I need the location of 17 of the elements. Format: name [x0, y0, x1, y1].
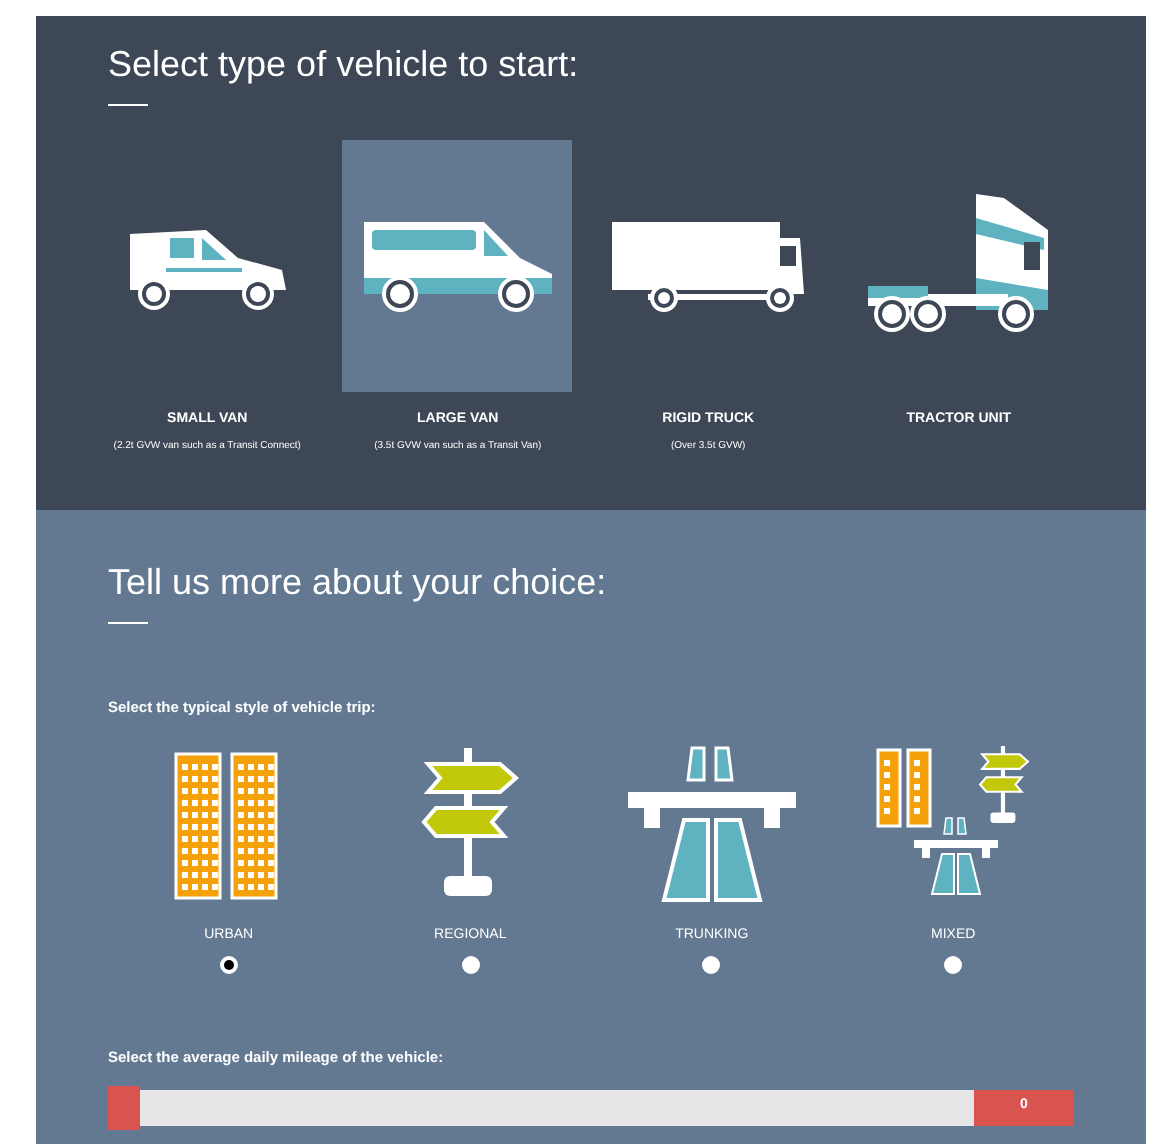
signpost-icon: [421, 747, 520, 896]
small-van-icon: [129, 229, 286, 310]
section-title: Tell us more about your choice:: [108, 562, 609, 606]
trip-radio[interactable]: [702, 956, 721, 975]
trip-radio[interactable]: [944, 956, 963, 975]
city-buildings-icon: [175, 752, 279, 900]
rigid-truck-icon: [612, 221, 805, 312]
mixed-trip-icon: [875, 745, 1029, 895]
trip-radio[interactable]: [461, 956, 480, 975]
motorway-bridge-icon: [627, 746, 796, 902]
slider-handle[interactable]: [108, 1085, 140, 1130]
vehicle-option[interactable]: [342, 139, 573, 392]
mileage-slider[interactable]: [108, 1089, 974, 1126]
large-van-icon: [363, 221, 552, 312]
trip-radio[interactable]: [219, 956, 238, 975]
section-title: Select type of vehicle to start:: [108, 44, 581, 88]
tractor-unit-icon: [868, 193, 1049, 332]
